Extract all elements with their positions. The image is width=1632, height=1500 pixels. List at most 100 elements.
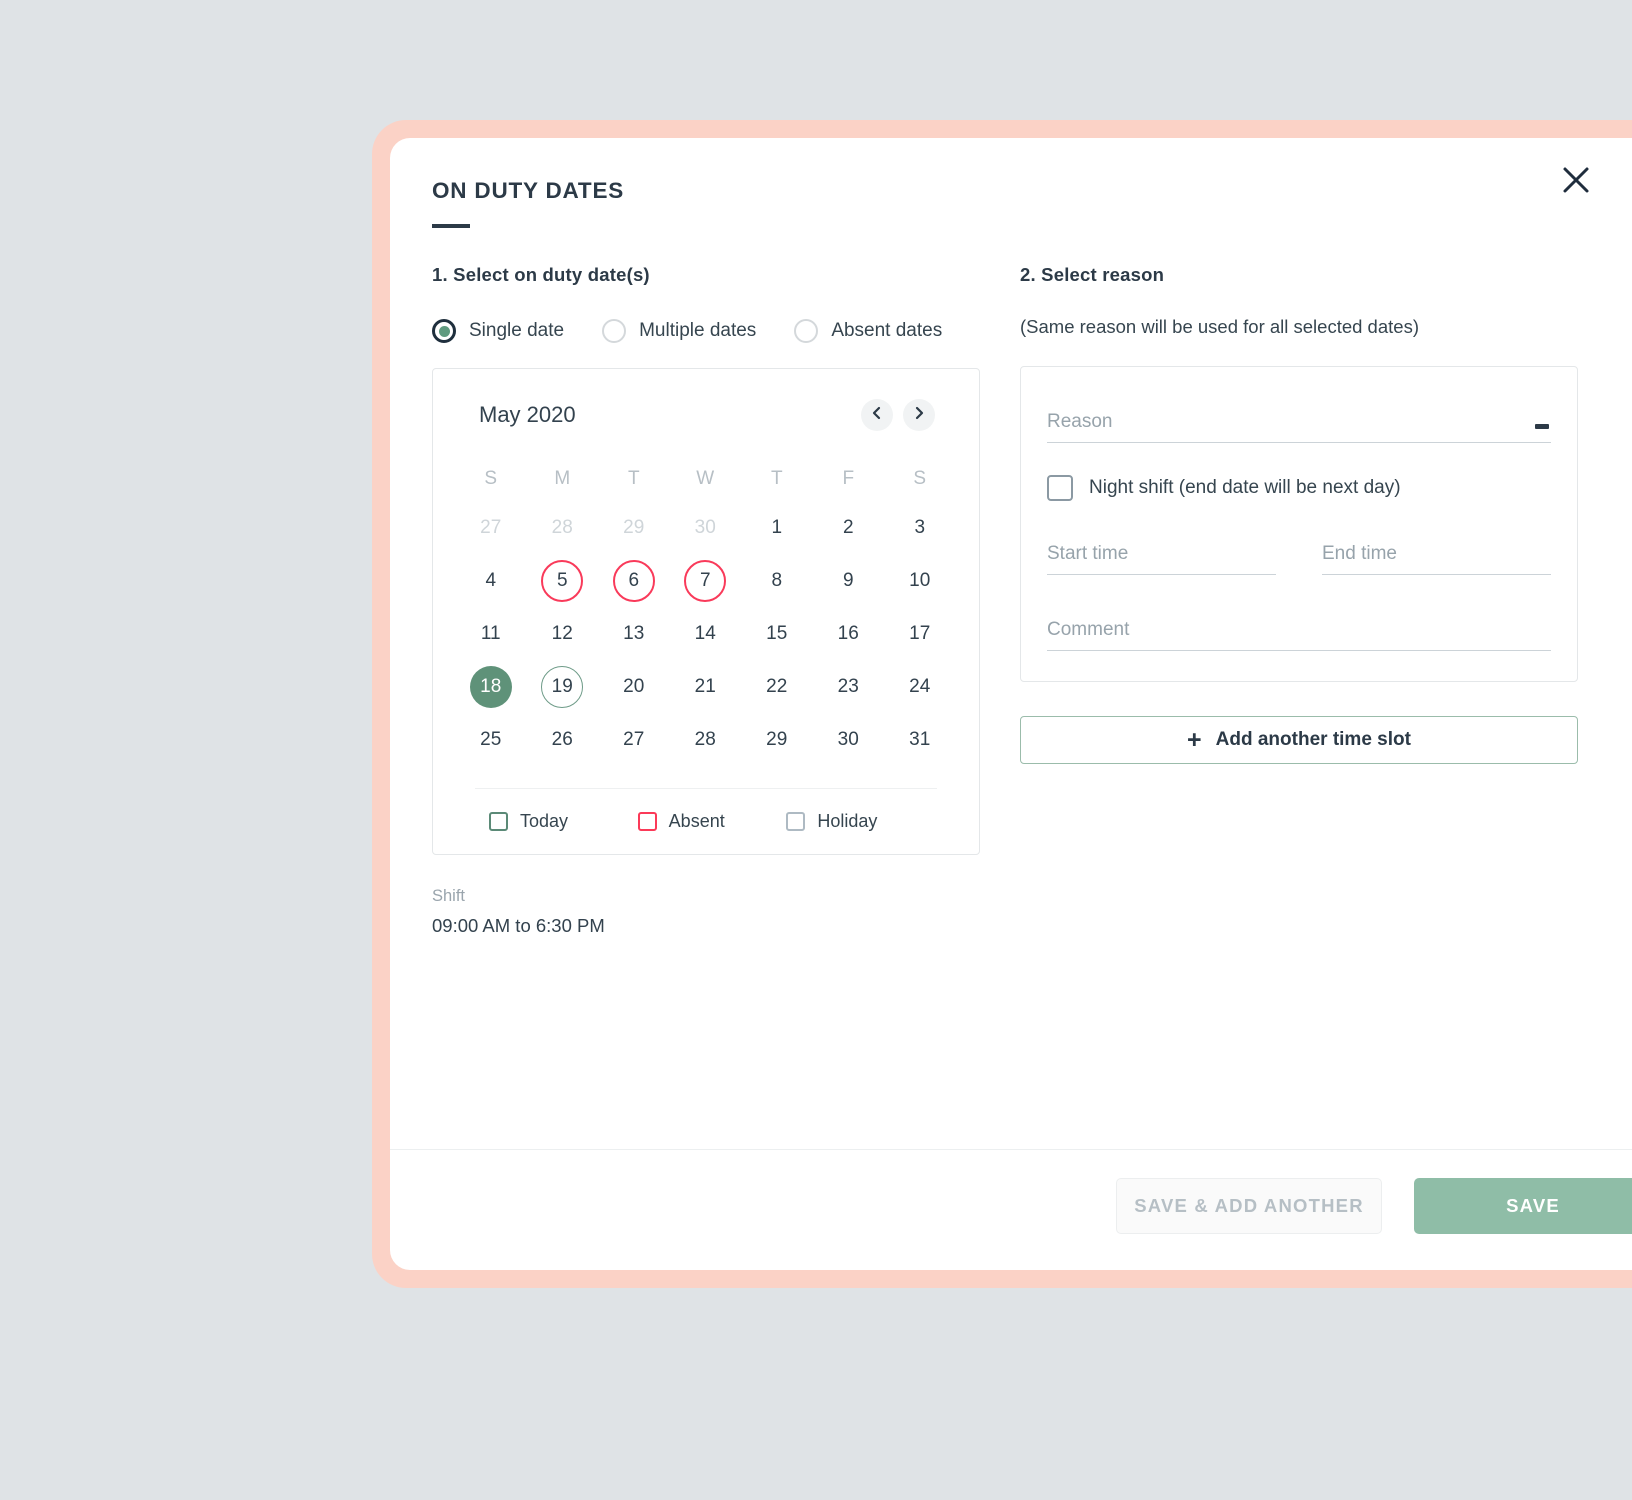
calendar-day-31[interactable]: 31 <box>899 719 941 761</box>
calendar-day-cell[interactable]: 15 <box>741 607 813 660</box>
calendar-day-1[interactable]: 1 <box>756 507 798 549</box>
calendar-day-cell[interactable]: 25 <box>455 713 527 766</box>
calendar-day-cell[interactable]: 27 <box>598 713 670 766</box>
calendar-day-25[interactable]: 25 <box>470 719 512 761</box>
calendar-grid: SMTWTFS 27 28 29 30 1 2 3 4 5 6 7 8 9 10 11 12 13 14 15 16 1… <box>455 457 957 766</box>
calendar-day-cell[interactable]: 4 <box>455 554 527 607</box>
calendar-day-cell[interactable]: 6 <box>598 554 670 607</box>
calendar-day-cell[interactable]: 3 <box>884 501 956 554</box>
calendar-day-5[interactable]: 5 <box>541 559 584 602</box>
night-shift-label: Night shift (end date will be next day) <box>1089 477 1401 498</box>
calendar-prev-button[interactable] <box>861 399 893 431</box>
calendar-day-26[interactable]: 26 <box>541 719 583 761</box>
start-time-placeholder: Start time <box>1047 543 1129 564</box>
calendar-day-6[interactable]: 6 <box>612 559 655 602</box>
calendar-day-cell[interactable]: 20 <box>598 660 670 713</box>
chevron-left-icon <box>871 406 883 425</box>
end-time-input[interactable]: End time <box>1322 543 1551 575</box>
calendar-day-cell[interactable]: 2 <box>813 501 885 554</box>
start-time-input[interactable]: Start time <box>1047 543 1276 575</box>
calendar-day-29[interactable]: 29 <box>756 719 798 761</box>
legend-swatch-icon <box>489 812 508 831</box>
calendar-day-cell[interactable]: 21 <box>670 660 742 713</box>
page-title: ON DUTY DATES <box>432 178 625 203</box>
calendar-day-11[interactable]: 11 <box>470 613 512 655</box>
calendar-day-cell[interactable]: 22 <box>741 660 813 713</box>
calendar-day-30[interactable]: 30 <box>827 719 869 761</box>
calendar-day-cell[interactable]: 8 <box>741 554 813 607</box>
calendar-day-cell[interactable]: 10 <box>884 554 956 607</box>
calendar-day-8[interactable]: 8 <box>756 560 798 602</box>
calendar-day-cell[interactable]: 5 <box>527 554 599 607</box>
comment-input[interactable]: Comment <box>1047 619 1551 651</box>
night-shift-checkbox[interactable] <box>1047 475 1073 501</box>
add-another-time-slot-button[interactable]: + Add another time slot <box>1020 716 1578 764</box>
night-shift-row[interactable]: Night shift (end date will be next day) <box>1047 475 1551 501</box>
calendar-day-29: 29 <box>623 516 645 538</box>
calendar-day-20[interactable]: 20 <box>613 666 655 708</box>
calendar-day-cell: 29 <box>598 501 670 554</box>
calendar-day-cell[interactable]: 11 <box>455 607 527 660</box>
calendar-day-13[interactable]: 13 <box>613 613 655 655</box>
radio-multiple-dates[interactable]: Multiple dates <box>602 319 756 343</box>
calendar-day-cell[interactable]: 13 <box>598 607 670 660</box>
calendar-day-18[interactable]: 18 <box>469 665 512 708</box>
calendar-day-cell[interactable]: 7 <box>670 554 742 607</box>
calendar-dow-cell: S <box>913 468 927 489</box>
calendar-week-row: 11 12 13 14 15 16 17 <box>455 607 957 660</box>
calendar-day-cell[interactable]: 16 <box>813 607 885 660</box>
legend-item: Holiday <box>786 811 935 832</box>
calendar-day-cell[interactable]: 1 <box>741 501 813 554</box>
calendar-day-27[interactable]: 27 <box>613 719 655 761</box>
calendar-day-2[interactable]: 2 <box>827 507 869 549</box>
save-and-add-another-button[interactable]: SAVE & ADD ANOTHER <box>1116 1178 1382 1234</box>
calendar-day-cell[interactable]: 23 <box>813 660 885 713</box>
calendar-day-cell[interactable]: 29 <box>741 713 813 766</box>
calendar-day-23[interactable]: 23 <box>827 666 869 708</box>
calendar-day-24[interactable]: 24 <box>899 666 941 708</box>
calendar-day-10[interactable]: 10 <box>899 560 941 602</box>
calendar-day-cell[interactable]: 14 <box>670 607 742 660</box>
radio-absent-dates[interactable]: Absent dates <box>794 319 942 343</box>
dropdown-indicator-icon <box>1535 424 1549 429</box>
calendar-day-cell[interactable]: 24 <box>884 660 956 713</box>
calendar-day-14[interactable]: 14 <box>684 613 726 655</box>
legend-label: Holiday <box>817 811 878 831</box>
close-button[interactable] <box>1556 160 1596 200</box>
calendar-day-17[interactable]: 17 <box>899 613 941 655</box>
end-time-placeholder: End time <box>1322 543 1397 564</box>
calendar-day-9[interactable]: 9 <box>827 560 869 602</box>
radio-indicator <box>432 319 456 343</box>
save-button[interactable]: SAVE <box>1414 1178 1632 1234</box>
calendar-day-cell[interactable]: 19 <box>527 660 599 713</box>
radio-single-date[interactable]: Single date <box>432 319 564 343</box>
calendar-day-cell[interactable]: 9 <box>813 554 885 607</box>
calendar-dow-cell: F <box>842 468 855 489</box>
calendar-next-button[interactable] <box>903 399 935 431</box>
calendar-day-cell[interactable]: 26 <box>527 713 599 766</box>
calendar-day-28[interactable]: 28 <box>684 719 726 761</box>
calendar-day-4[interactable]: 4 <box>470 560 512 602</box>
calendar-day-12[interactable]: 12 <box>541 613 583 655</box>
calendar-day-7[interactable]: 7 <box>684 559 727 602</box>
calendar-day-cell[interactable]: 12 <box>527 607 599 660</box>
calendar-day-cell[interactable]: 17 <box>884 607 956 660</box>
calendar-divider <box>475 788 937 789</box>
calendar-day-22[interactable]: 22 <box>756 666 798 708</box>
calendar-day-30: 30 <box>694 516 716 538</box>
calendar-day-19[interactable]: 19 <box>541 665 584 708</box>
calendar-day-3[interactable]: 3 <box>899 507 941 549</box>
calendar-day-cell[interactable]: 18 <box>455 660 527 713</box>
calendar-day-16[interactable]: 16 <box>827 613 869 655</box>
calendar-day-15[interactable]: 15 <box>756 613 798 655</box>
radio-label: Absent dates <box>831 320 943 341</box>
calendar-day-cell[interactable]: 31 <box>884 713 956 766</box>
radio-indicator <box>602 319 627 343</box>
reason-placeholder: Reason <box>1047 411 1113 432</box>
reason-select[interactable]: Reason <box>1047 411 1551 443</box>
calendar-week-row: 18 19 20 21 22 23 24 <box>455 660 957 713</box>
calendar-day-21[interactable]: 21 <box>684 666 726 708</box>
calendar-day-cell[interactable]: 30 <box>813 713 885 766</box>
radio-label: Multiple dates <box>639 320 757 341</box>
calendar-day-cell[interactable]: 28 <box>670 713 742 766</box>
